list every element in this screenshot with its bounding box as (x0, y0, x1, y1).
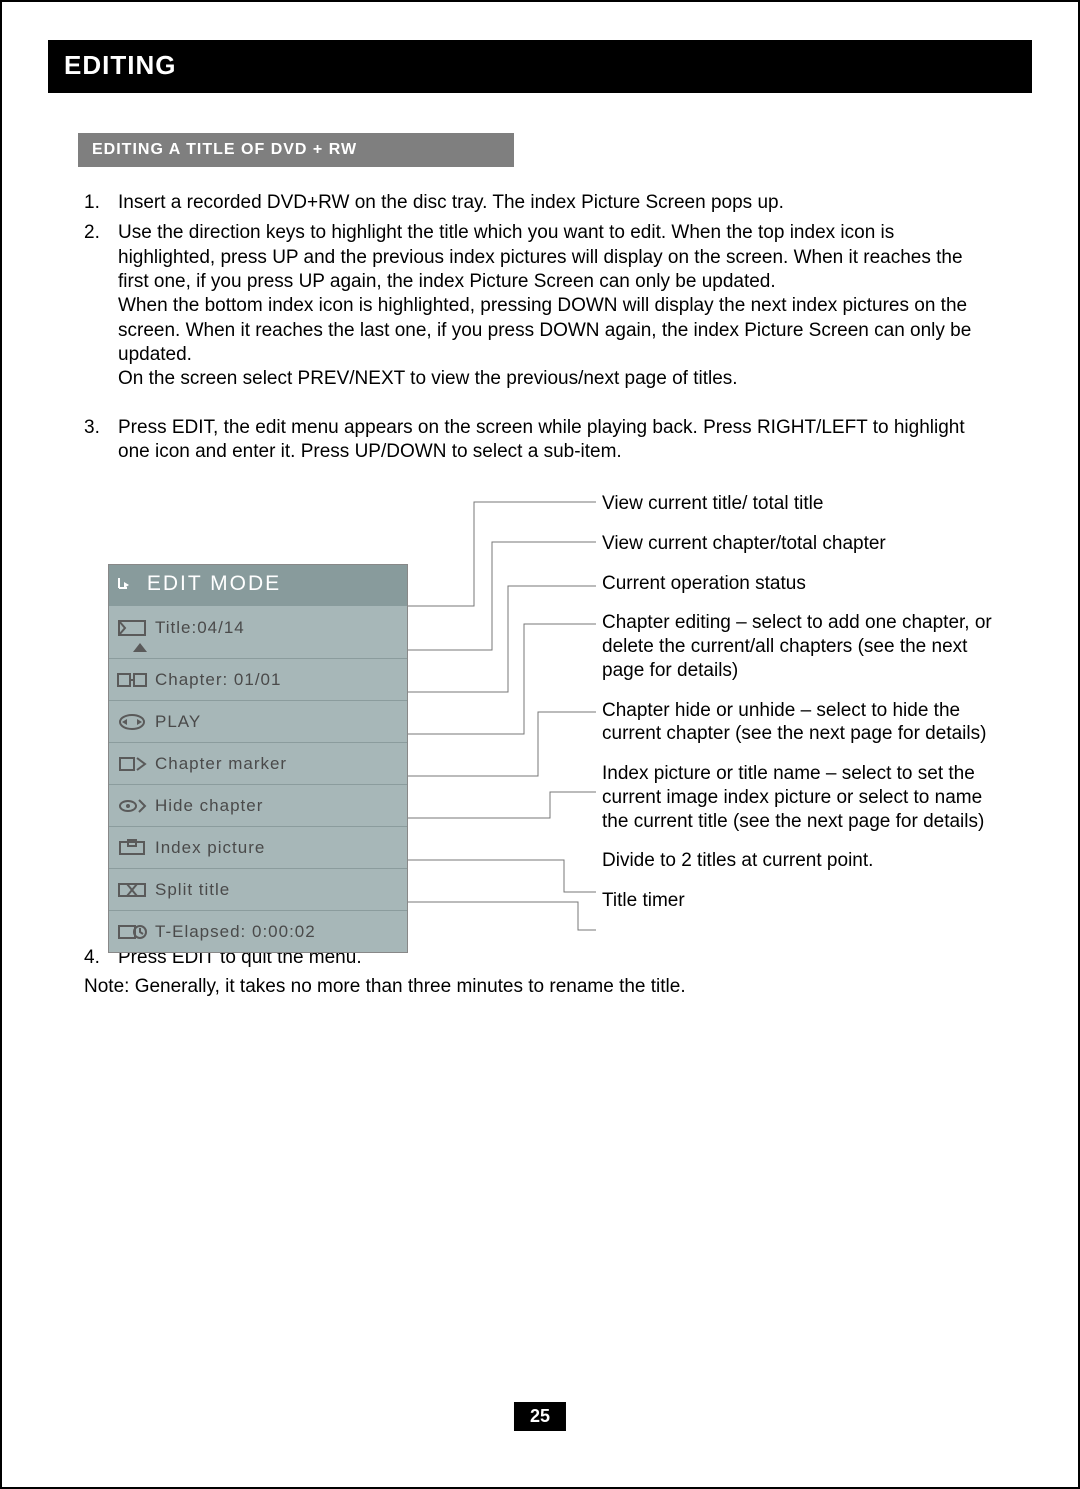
page-title: EDITING (64, 50, 176, 80)
page-title-bar: EDITING (48, 40, 1032, 93)
up-triangle-icon (133, 643, 147, 652)
step-text: Press EDIT, the edit menu appears on the… (118, 416, 996, 465)
panel-row-label: Title:04/14 (155, 617, 407, 639)
panel-title: EDIT MODE (109, 565, 407, 606)
steps-list: 1. Insert a recorded DVD+RW on the disc … (84, 191, 996, 392)
step-text: Insert a recorded DVD+RW on the disc tra… (118, 191, 996, 215)
play-icon (109, 712, 155, 732)
marker-icon (109, 754, 155, 774)
panel-row: Hide chapter (109, 784, 407, 826)
panel-row: Index picture (109, 826, 407, 868)
callout-text: Divide to 2 titles at current point. (602, 849, 1012, 873)
step-number: 2. (84, 221, 118, 391)
panel-row-label: Split title (155, 879, 407, 901)
callout-text: View current title/ total title (602, 492, 1012, 516)
arrow-right-icon (117, 571, 133, 598)
body-content: 1. Insert a recorded DVD+RW on the disc … (48, 167, 1032, 1000)
callout-text: Chapter editing – select to add one chap… (602, 611, 1012, 682)
list-item: 3. Press EDIT, the edit menu appears on … (84, 416, 996, 465)
hide-icon (109, 796, 155, 816)
callout-text: Chapter hide or unhide – select to hide … (602, 699, 1012, 747)
edit-mode-diagram: EDIT MODE Title:04/14 (84, 492, 996, 942)
step-number: 3. (84, 416, 118, 465)
callout-text: Index picture or title name – select to … (602, 762, 1012, 833)
step-number: 1. (84, 191, 118, 215)
panel-row-label: PLAY (155, 711, 407, 733)
panel-row-label: Chapter: 01/01 (155, 669, 407, 691)
after-diagram-text: 4. Press EDIT to quit the menu. Note: Ge… (84, 946, 996, 999)
page-number: 25 (514, 1402, 566, 1431)
panel-row: PLAY (109, 700, 407, 742)
panel-row: Split title (109, 868, 407, 910)
list-item: 2. Use the direction keys to highlight t… (84, 221, 996, 391)
edit-mode-panel: EDIT MODE Title:04/14 (108, 564, 408, 953)
callout-text: Current operation status (602, 572, 1012, 596)
step-text: Use the direction keys to highlight the … (118, 221, 996, 391)
panel-row: Title:04/14 (109, 606, 407, 658)
panel-row-label: Hide chapter (155, 795, 407, 817)
list-item: 1. Insert a recorded DVD+RW on the disc … (84, 191, 996, 215)
panel-row: Chapter: 01/01 (109, 658, 407, 700)
callout-text: View current chapter/total chapter (602, 532, 1012, 556)
callout-column: View current title/ total title View cur… (602, 492, 1012, 913)
elapsed-icon (109, 922, 155, 942)
split-icon (109, 880, 155, 900)
panel-row: Chapter marker (109, 742, 407, 784)
section-subtitle: EDITING A TITLE OF DVD + RW (92, 141, 357, 158)
document-page: EDITING EDITING A TITLE OF DVD + RW 1. I… (0, 0, 1080, 1489)
steps-list-2: 3. Press EDIT, the edit menu appears on … (84, 416, 996, 465)
section-subtitle-bar: EDITING A TITLE OF DVD + RW (78, 133, 514, 167)
panel-row-label: Chapter marker (155, 753, 407, 775)
panel-row-label: T-Elapsed: 0:00:02 (155, 921, 407, 943)
callout-text: Title timer (602, 889, 1012, 913)
title-icon (109, 618, 155, 638)
note-text: Note: Generally, it takes no more than t… (84, 975, 996, 1000)
panel-title-text: EDIT MODE (147, 572, 281, 595)
panel-row: T-Elapsed: 0:00:02 (109, 910, 407, 952)
panel-row-label: Index picture (155, 837, 407, 859)
index-icon (109, 838, 155, 858)
chapter-icon (109, 670, 155, 690)
